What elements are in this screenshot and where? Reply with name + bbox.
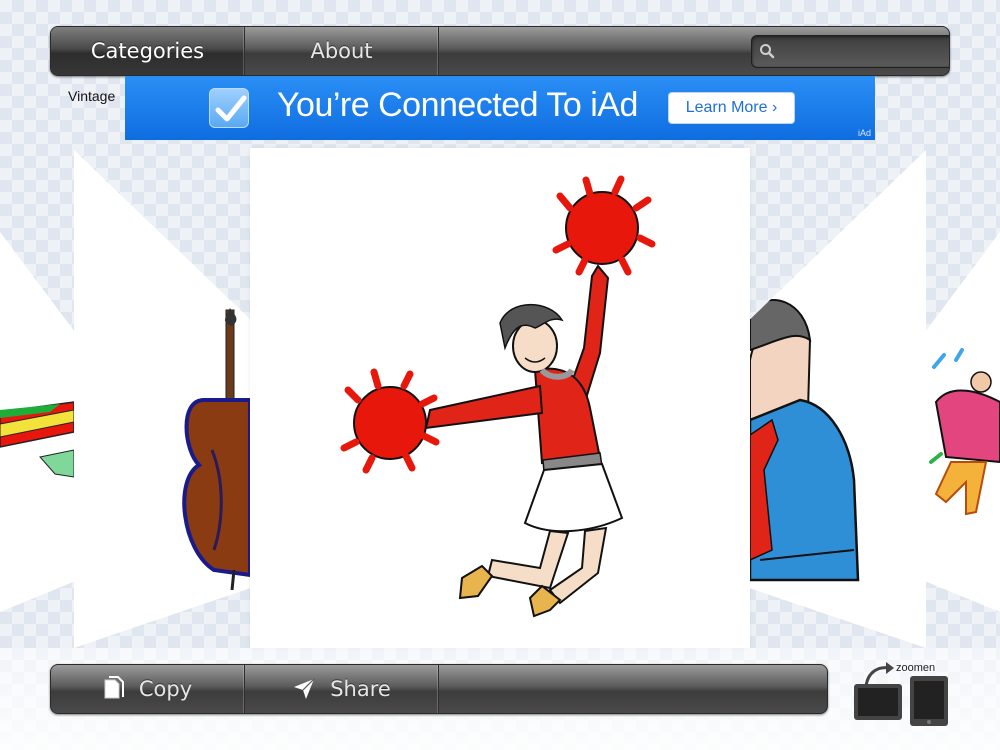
tab-about-label: About <box>310 39 373 63</box>
tab-categories-label: Categories <box>90 39 205 63</box>
search-icon <box>759 43 775 63</box>
tab-about[interactable]: About <box>245 27 439 75</box>
learn-more-button[interactable]: Learn More › <box>668 92 795 124</box>
category-title: Vintage <box>68 88 116 104</box>
iad-banner[interactable]: You’re Connected To iAd Learn More › iAd <box>125 76 875 140</box>
send-icon <box>292 677 316 701</box>
checkmark-icon <box>209 88 249 128</box>
copy-button[interactable]: Copy <box>51 665 245 713</box>
search-input[interactable] <box>780 41 949 63</box>
zoom-toggle[interactable]: zoomen <box>852 660 952 730</box>
top-toolbar: Categories About <box>50 26 950 76</box>
search-box[interactable] <box>751 35 949 68</box>
share-button[interactable]: Share <box>245 665 439 713</box>
copy-label: Copy <box>138 677 193 701</box>
share-label: Share <box>330 677 391 701</box>
cheerleader-clipart-icon <box>340 175 656 618</box>
carousel-card-center[interactable] <box>250 148 750 648</box>
cello-clipart-icon <box>182 308 250 591</box>
tab-categories[interactable]: Categories <box>51 27 245 75</box>
ad-tag: iAd <box>857 128 871 138</box>
copy-icon <box>103 676 125 702</box>
ad-headline: You’re Connected To iAd <box>277 86 638 124</box>
carousel-card-far-left[interactable] <box>0 232 74 612</box>
businessman-clipart-icon <box>750 299 860 582</box>
carousel-card-right[interactable] <box>750 150 926 648</box>
ruler-clipart-icon <box>0 401 74 478</box>
carousel-card-left[interactable] <box>74 150 250 648</box>
carousel-card-far-right[interactable] <box>926 232 1000 612</box>
zoom-label: zoomen <box>896 662 936 674</box>
dancing-man-clipart-icon <box>929 348 1000 516</box>
bottom-toolbar: Copy Share <box>50 664 828 714</box>
